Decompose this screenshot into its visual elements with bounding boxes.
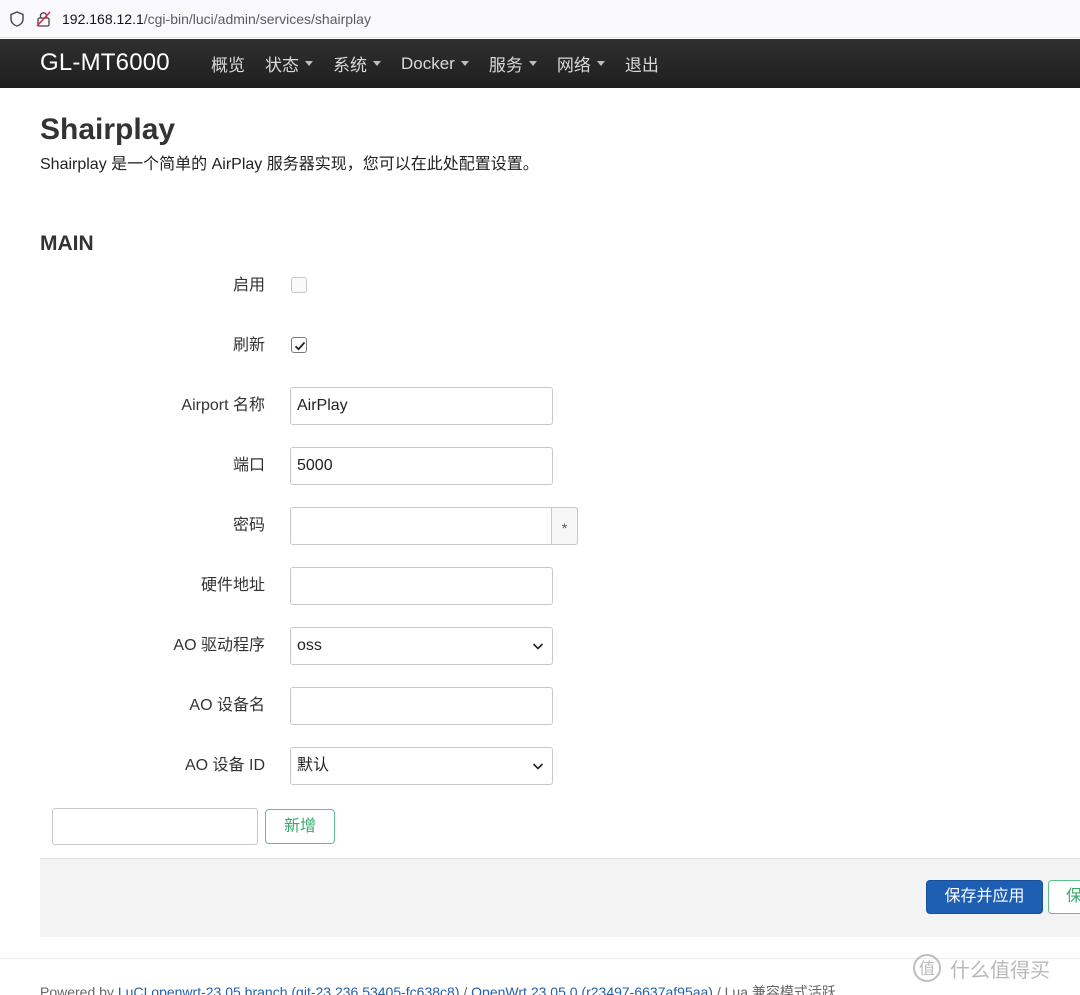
menu-network[interactable]: 网络 <box>547 39 615 88</box>
page-description: Shairplay 是一个简单的 AirPlay 服务器实现，您可以在此处配置设… <box>40 156 539 173</box>
ao-device-id-value: 默认 <box>297 757 330 774</box>
footer-separator: / <box>712 984 725 995</box>
port-label: 端口 <box>232 457 265 474</box>
airport-name-input[interactable]: AirPlay <box>290 387 553 425</box>
menu-label: 网络 <box>556 56 591 75</box>
refresh-checkbox[interactable] <box>291 337 307 353</box>
ao-driver-select[interactable]: oss <box>290 627 553 665</box>
footer: Powered by LuCI openwrt-23.05 branch (gi… <box>40 983 836 995</box>
url-field[interactable]: 192.168.12.1/cgi-bin/luci/admin/services… <box>62 10 371 28</box>
password-label: 密码 <box>232 517 265 534</box>
caret-down-icon <box>596 61 605 66</box>
ao-device-id-label: AO 设备 ID <box>184 757 265 774</box>
insecure-lock-icon[interactable] <box>36 11 51 27</box>
new-section-name-input[interactable] <box>52 808 258 845</box>
save-apply-button[interactable]: 保存并应用 <box>926 880 1043 914</box>
airport-name-label: Airport 名称 <box>181 397 265 414</box>
caret-down-icon <box>305 61 313 66</box>
menu-label: 状态 <box>265 56 299 75</box>
chevron-down-icon <box>532 763 544 770</box>
password-field-group: * <box>290 507 578 545</box>
top-navbar: GL-MT6000 概览 状态 系统 Docker 服务 网络 退出 <box>0 39 1080 88</box>
ao-device-name-input[interactable] <box>290 687 553 725</box>
menu-status[interactable]: 状态 <box>255 39 323 88</box>
menu-label: Docker <box>401 53 455 73</box>
menu-overview[interactable]: 概览 <box>201 39 255 88</box>
main-menu: 概览 状态 系统 Docker 服务 网络 退出 <box>201 39 669 88</box>
form-actions-panel <box>40 858 1080 937</box>
refresh-label: 刷新 <box>232 337 265 354</box>
caret-down-icon <box>528 61 537 66</box>
port-input[interactable]: 5000 <box>290 447 553 485</box>
page-title: Shairplay <box>40 113 176 146</box>
menu-system[interactable]: 系统 <box>323 39 391 88</box>
footer-prefix: Powered by <box>40 984 118 995</box>
url-host: 192.168.12.1 <box>62 11 144 27</box>
footer-tail: Lua 兼容模式活跃 <box>724 984 836 995</box>
menu-services[interactable]: 服务 <box>479 39 547 88</box>
ao-device-id-select[interactable]: 默认 <box>290 747 553 785</box>
menu-label: 服务 <box>488 56 523 75</box>
watermark-text: 什么值得买 <box>950 959 1050 982</box>
ao-device-name-label: AO 设备名 <box>189 697 265 714</box>
section-title: MAIN <box>40 232 94 255</box>
caret-down-icon <box>373 61 381 66</box>
enable-label: 启用 <box>232 277 265 294</box>
caret-down-icon <box>460 61 469 66</box>
password-input[interactable] <box>290 507 552 545</box>
brand-logo[interactable]: GL-MT6000 <box>40 48 170 78</box>
watermark: 值 什么值得买 <box>912 953 1050 983</box>
shield-icon[interactable] <box>10 11 24 27</box>
openwrt-link[interactable]: OpenWrt 23.05.0 (r23497-6637af95aa) <box>471 984 713 995</box>
menu-label: 系统 <box>333 56 367 75</box>
reveal-password-button[interactable]: * <box>551 507 578 545</box>
checkmark-icon <box>294 341 306 351</box>
menu-docker[interactable]: Docker <box>391 39 479 88</box>
luci-link[interactable]: LuCI openwrt-23.05 branch (git-23.236.53… <box>118 984 460 995</box>
save-button[interactable]: 保存 <box>1048 880 1080 914</box>
chevron-down-icon <box>532 643 544 650</box>
ao-driver-value: oss <box>297 637 322 654</box>
browser-address-bar: 192.168.12.1/cgi-bin/luci/admin/services… <box>0 0 1080 38</box>
menu-label: 概览 <box>211 56 245 75</box>
add-button[interactable]: 新增 <box>265 809 335 844</box>
menu-label: 退出 <box>624 56 659 75</box>
hw-address-label: 硬件地址 <box>200 577 265 594</box>
footer-separator: / <box>459 984 472 995</box>
svg-text:值: 值 <box>919 959 935 978</box>
menu-logout[interactable]: 退出 <box>615 39 669 88</box>
ao-driver-label: AO 驱动程序 <box>173 637 265 654</box>
enable-checkbox[interactable] <box>291 277 307 293</box>
url-path: /cgi-bin/luci/admin/services/shairplay <box>143 11 371 27</box>
watermark-logo-icon: 值 <box>913 954 941 982</box>
hw-address-input[interactable] <box>290 567 553 605</box>
